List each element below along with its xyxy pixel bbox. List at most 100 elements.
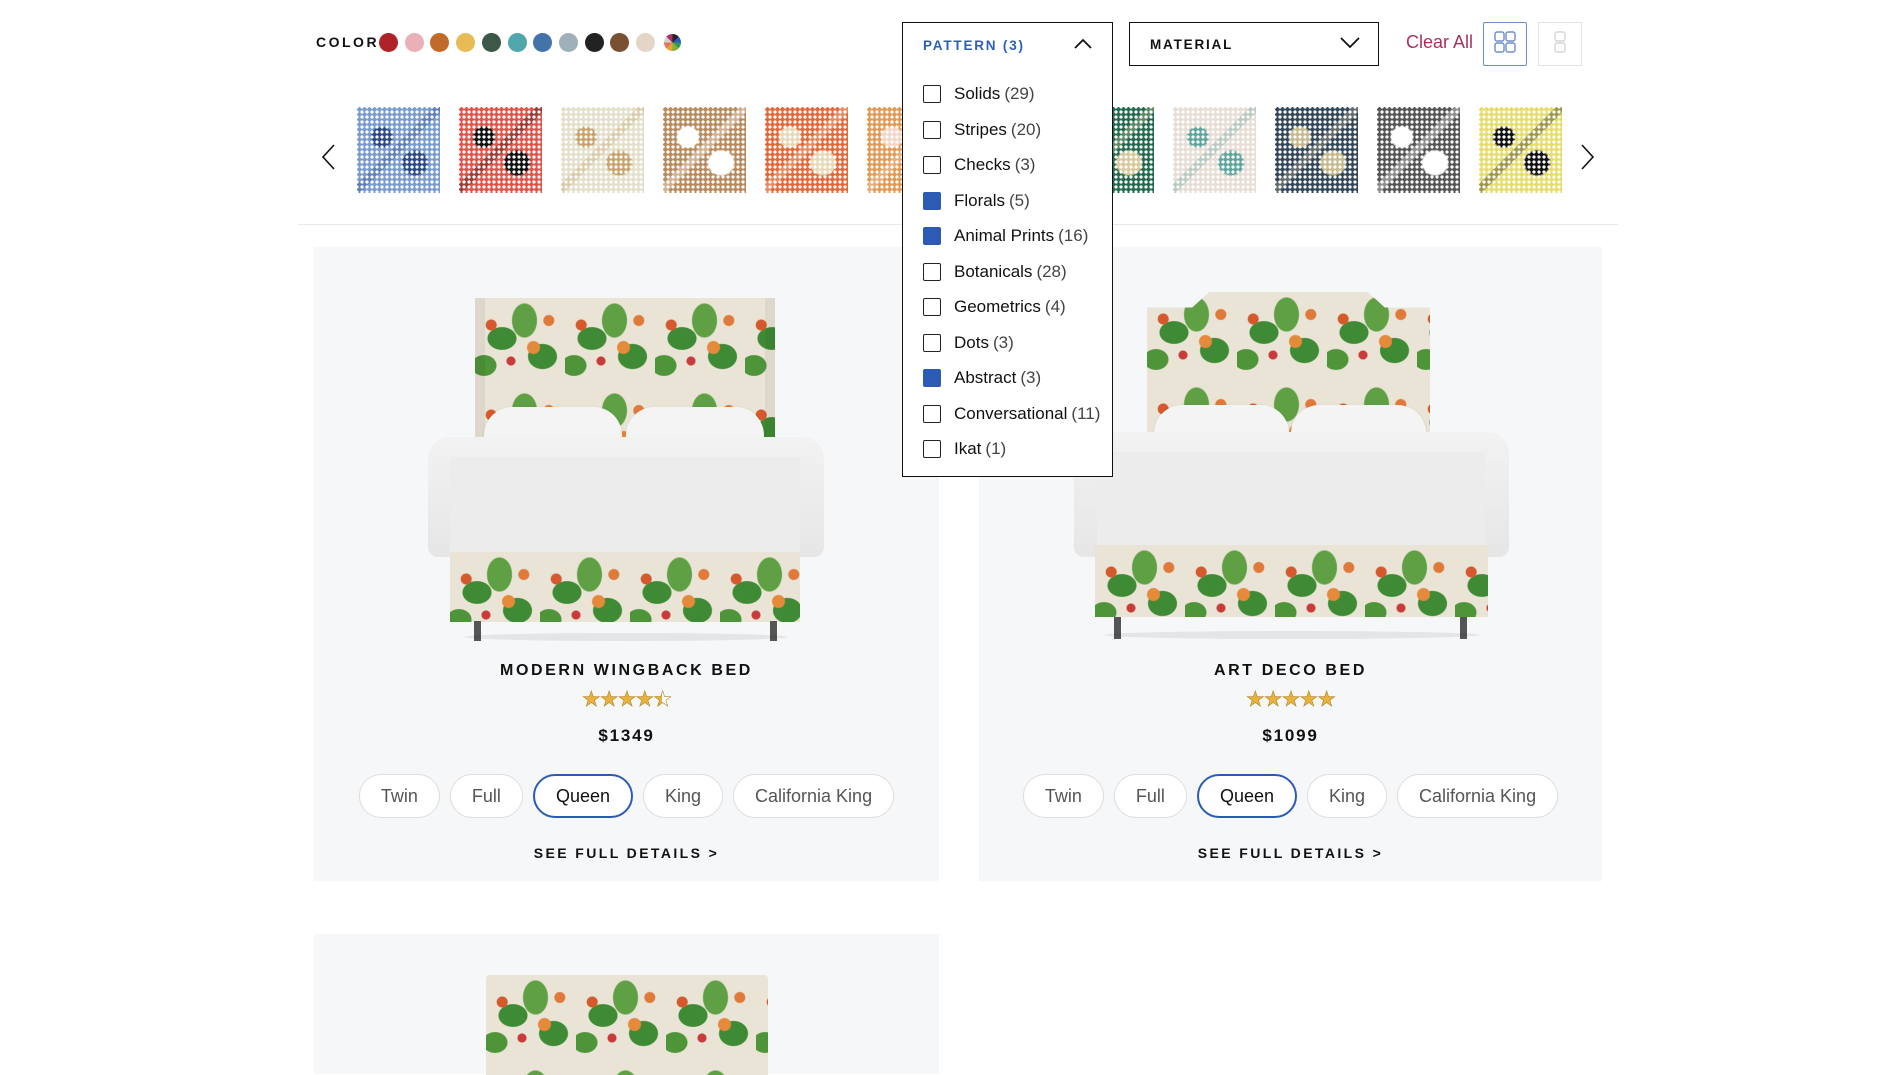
product-price: $1349	[598, 726, 655, 745]
pattern-option[interactable]: Animal Prints (16)	[923, 225, 1088, 247]
pattern-option[interactable]: Botanicals (28)	[923, 261, 1067, 283]
pattern-option-label: Ikat	[954, 439, 982, 458]
chevron-up-icon[interactable]	[1074, 37, 1092, 55]
fabric-swatch-cream-cheetah[interactable]	[561, 107, 644, 193]
fabric-swatch-red-zebra[interactable]	[459, 107, 542, 193]
pattern-option-count: (16)	[1058, 226, 1089, 245]
pattern-option-count: (4)	[1044, 297, 1066, 316]
size-option-king[interactable]: King	[1306, 774, 1388, 818]
checkbox[interactable]	[923, 440, 941, 458]
star-full-icon: ★	[617, 688, 636, 712]
size-selector: Twin Full Queen King California King	[314, 774, 939, 818]
size-selector: Twin Full Queen King California King	[979, 774, 1602, 818]
carousel-next-arrow-icon[interactable]	[1580, 143, 1596, 176]
pattern-option[interactable]: Conversational (11)	[923, 403, 1100, 425]
checkbox[interactable]	[923, 120, 941, 139]
color-swatch-teal[interactable]	[507, 33, 527, 52]
fabric-swatch-blue-bird-toile[interactable]	[357, 107, 440, 193]
grid-four-icon	[1493, 30, 1517, 59]
pattern-option-label: Florals	[954, 190, 1006, 210]
pattern-option[interactable]: Stripes (20)	[923, 119, 1041, 141]
size-option-twin[interactable]: Twin	[1022, 774, 1104, 818]
checkbox[interactable]	[923, 333, 941, 352]
pattern-option-count: (29)	[1004, 84, 1035, 103]
star-full-icon: ★	[1299, 688, 1318, 712]
clear-all-link[interactable]: Clear All	[1406, 32, 1473, 53]
size-option-queen[interactable]: Queen	[532, 774, 633, 818]
fabric-swatch-charcoal-zebra[interactable]	[1377, 107, 1460, 193]
color-swatch-dark-green[interactable]	[481, 33, 501, 52]
star-rating: ★★★★★	[979, 687, 1602, 712]
material-filter-dropdown[interactable]: MATERIAL	[1129, 22, 1379, 66]
size-option-king[interactable]: King	[642, 774, 724, 818]
see-full-details-link[interactable]: SEE FULL DETAILS >	[979, 845, 1602, 861]
color-swatch-orange[interactable]	[430, 33, 450, 52]
fabric-swatch-pastel-geometric[interactable]	[1173, 107, 1256, 193]
size-option-california-king[interactable]: California King	[1397, 774, 1559, 818]
pattern-option-count: (28)	[1036, 261, 1067, 281]
fabric-swatch-indigo-ikat[interactable]	[1275, 107, 1358, 193]
pattern-option-count: (3)	[1020, 368, 1042, 387]
color-swatch-brown[interactable]	[610, 33, 630, 52]
product-card[interactable]: MODERN WINGBACK BED ★★★★★ $1349 Twin Full…	[314, 247, 939, 881]
color-swatch-multi[interactable]	[664, 34, 681, 51]
checkbox[interactable]	[923, 298, 941, 316]
size-option-full[interactable]: Full	[1113, 774, 1187, 818]
pattern-option[interactable]: Abstract (3)	[923, 367, 1041, 389]
carousel-prev-arrow-icon[interactable]	[320, 143, 336, 176]
pattern-option-label: Animal Prints	[954, 226, 1055, 245]
pattern-option-count: (11)	[1071, 403, 1101, 423]
pattern-option-count: (3)	[1014, 155, 1036, 174]
fabric-swatch-orange-cheetah[interactable]	[765, 107, 848, 193]
color-swatch-red[interactable]	[379, 33, 398, 52]
color-swatch-blue[interactable]	[533, 33, 553, 52]
checkbox[interactable]	[923, 85, 941, 103]
size-option-full[interactable]: Full	[449, 774, 523, 818]
fabric-swatch-fawn-spots[interactable]	[663, 107, 746, 193]
size-option-california-king[interactable]: California King	[733, 774, 895, 818]
pattern-option-label: Solids	[954, 84, 1001, 103]
product-title[interactable]: ART DECO BED	[979, 662, 1602, 680]
pattern-option-label: Dots	[954, 332, 989, 352]
grid-view-button[interactable]	[1483, 22, 1527, 66]
color-swatch-gray[interactable]	[558, 33, 578, 52]
checkbox[interactable]	[923, 369, 941, 387]
product-image[interactable]	[486, 975, 768, 1075]
pattern-option[interactable]: Ikat (1)	[923, 438, 1006, 460]
fabric-swatch-yellow-zebra[interactable]	[1479, 107, 1562, 193]
star-full-icon: ★	[635, 688, 654, 712]
pattern-filter-toggle[interactable]: PATTERN (3)	[923, 38, 1025, 53]
pattern-option[interactable]: Solids (29)	[923, 83, 1035, 105]
color-swatch-cream[interactable]	[636, 33, 655, 52]
pattern-option[interactable]: Florals (5)	[923, 190, 1030, 212]
star-half-icon: ★	[653, 688, 672, 712]
checkbox[interactable]	[923, 227, 941, 245]
color-swatch-black[interactable]	[584, 33, 604, 52]
list-view-button[interactable]	[1538, 22, 1582, 66]
checkbox[interactable]	[923, 191, 941, 210]
checkbox[interactable]	[923, 262, 941, 281]
product-price: $1099	[1262, 726, 1319, 745]
star-rating: ★★★★★	[314, 687, 939, 712]
size-option-queen[interactable]: Queen	[1196, 774, 1297, 818]
color-swatch-yellow[interactable]	[456, 33, 476, 52]
pattern-option-count: (1)	[985, 439, 1007, 458]
pattern-option-label: Geometrics	[954, 297, 1041, 316]
star-full-icon: ★	[1317, 688, 1336, 712]
pattern-option-count: (20)	[1010, 119, 1042, 139]
pattern-option[interactable]: Checks (3)	[923, 154, 1035, 176]
product-title[interactable]: MODERN WINGBACK BED	[314, 662, 939, 680]
material-filter-label: MATERIAL	[1150, 37, 1234, 52]
size-option-twin[interactable]: Twin	[358, 774, 440, 818]
pattern-option-label: Botanicals	[954, 261, 1033, 281]
checkbox[interactable]	[923, 156, 941, 174]
see-full-details-link[interactable]: SEE FULL DETAILS >	[314, 845, 939, 861]
product-card[interactable]	[314, 934, 939, 1075]
pattern-option-label: Stripes	[954, 119, 1007, 139]
pattern-option[interactable]: Dots (3)	[923, 332, 1014, 354]
chevron-down-icon	[1340, 36, 1360, 54]
color-swatch-pink[interactable]	[404, 33, 424, 52]
checkbox[interactable]	[923, 404, 941, 423]
star-full-icon: ★	[581, 688, 601, 712]
pattern-option[interactable]: Geometrics (4)	[923, 296, 1066, 318]
